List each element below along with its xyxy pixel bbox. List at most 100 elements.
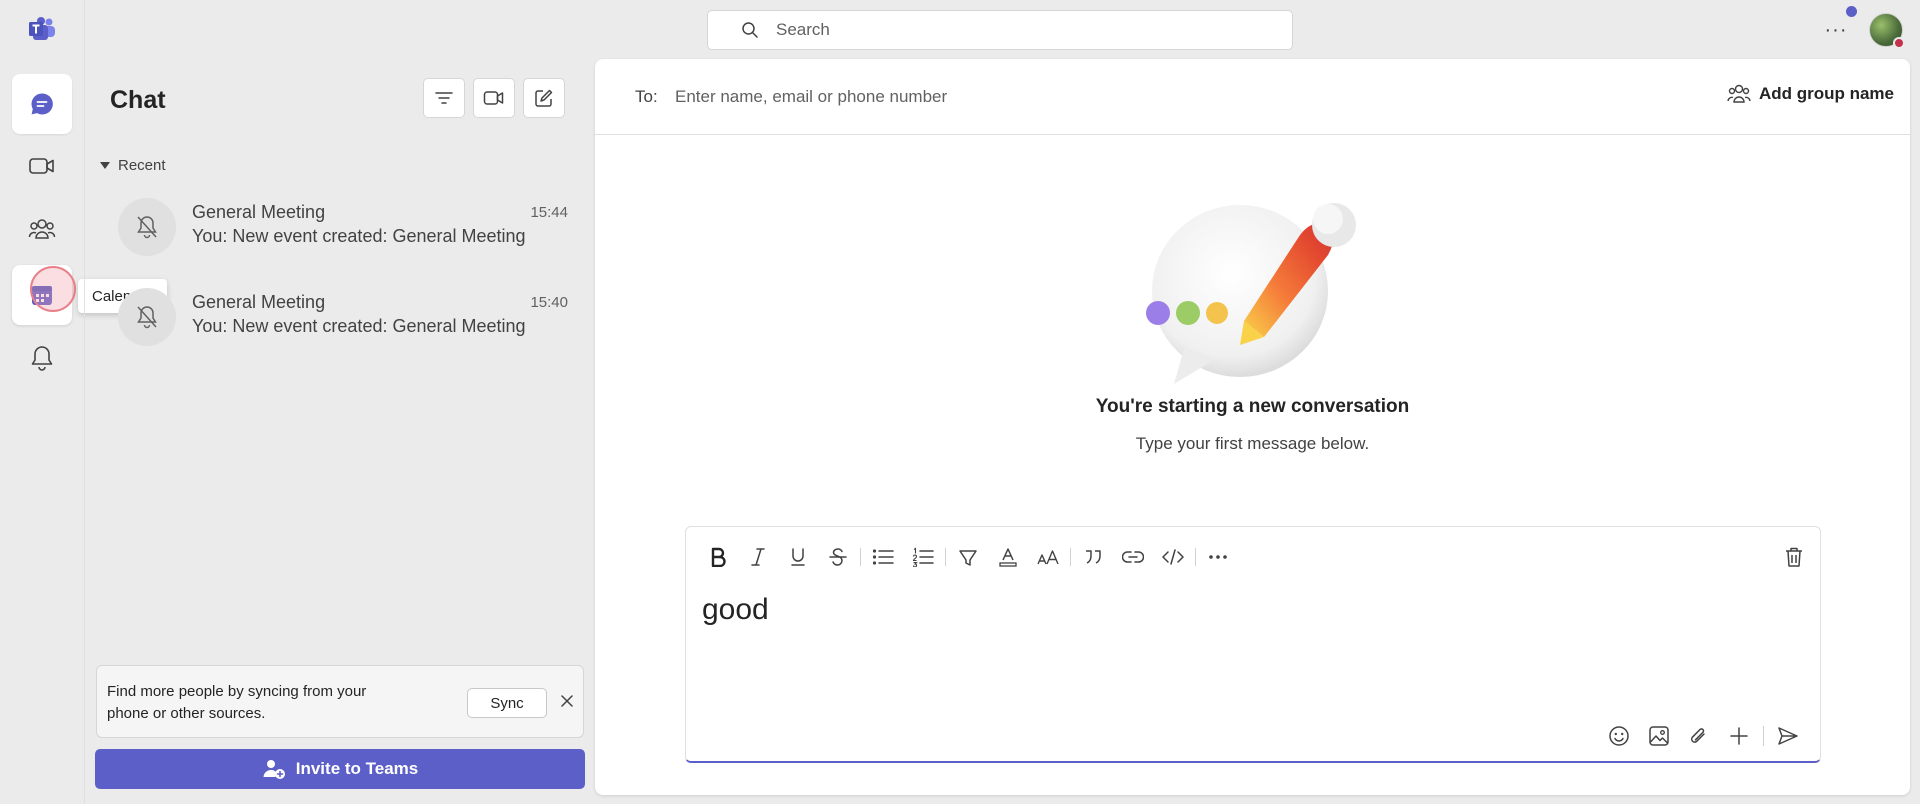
recent-label: Recent — [118, 157, 166, 174]
code-button[interactable] — [1153, 543, 1193, 571]
empty-state-title: You're starting a new conversation — [1095, 396, 1410, 417]
toolbar-divider — [860, 548, 861, 566]
rail-chat-button[interactable] — [12, 74, 72, 134]
code-icon — [1162, 549, 1184, 565]
new-conversation-illustration — [1146, 203, 1356, 384]
paperclip-icon — [1690, 728, 1705, 743]
video-camera-icon — [483, 91, 504, 105]
bold-button[interactable] — [698, 543, 738, 571]
meet-now-button[interactable] — [473, 78, 515, 118]
people-icon — [28, 219, 56, 239]
plus-icon — [1730, 727, 1748, 745]
discard-button[interactable] — [1780, 543, 1808, 571]
underline-button[interactable] — [778, 543, 818, 571]
recipient-input[interactable] — [675, 85, 1375, 109]
rail-divider — [84, 0, 85, 804]
italic-icon — [751, 548, 765, 566]
sync-contacts-card: Find more people by syncing from your ph… — [96, 665, 584, 738]
link-icon — [1122, 551, 1144, 563]
trash-icon — [1786, 547, 1802, 567]
font-size-button[interactable] — [1028, 543, 1068, 571]
more-formatting-button[interactable] — [1198, 543, 1238, 571]
chat-item-name: General Meeting — [192, 202, 326, 222]
toolbar-divider — [1070, 548, 1071, 566]
font-color-button[interactable] — [988, 543, 1028, 571]
link-button[interactable] — [1113, 543, 1153, 571]
toolbar-divider — [945, 548, 946, 566]
to-label: To: — [635, 87, 658, 106]
chat-title: Chat — [110, 86, 166, 114]
chat-item-preview: You: New event created: General Meeting — [192, 316, 526, 336]
bold-icon — [711, 547, 726, 567]
toolbar-divider — [1195, 548, 1196, 566]
emoji-button[interactable] — [1599, 721, 1639, 751]
caret-down-icon — [100, 162, 110, 169]
empty-state-subtitle: Type your first message below. — [1135, 434, 1370, 453]
numbered-list-button[interactable] — [903, 543, 943, 571]
more-options-icon[interactable]: ··· — [1822, 16, 1850, 44]
add-group-label: Add group name — [1758, 84, 1894, 103]
send-button[interactable] — [1768, 721, 1808, 751]
recent-section-toggle[interactable]: Recent — [100, 157, 166, 174]
rail-activity-button[interactable] — [12, 328, 72, 388]
bulleted-list-button[interactable] — [863, 543, 903, 571]
chat-item-time: 15:44 — [530, 204, 568, 221]
filter-button[interactable] — [423, 78, 465, 118]
image-icon — [1649, 726, 1669, 746]
message-composer: good — [685, 526, 1821, 763]
chat-list-item[interactable]: General Meeting You: New event created: … — [100, 278, 570, 358]
teams-logo-icon — [29, 17, 55, 40]
search-box[interactable]: Search — [707, 10, 1293, 50]
calendar-icon — [32, 286, 52, 305]
group-icon — [1727, 84, 1751, 103]
emoji-icon — [1609, 726, 1629, 746]
message-input[interactable]: good — [702, 593, 769, 627]
strikethrough-button[interactable] — [818, 543, 858, 571]
app-rail — [0, 0, 84, 804]
add-group-name-button[interactable]: Add group name — [1727, 83, 1894, 105]
sync-card-text: Find more people by syncing from your ph… — [107, 683, 367, 722]
formatting-toolbar — [698, 543, 1238, 571]
sync-button[interactable]: Sync — [467, 688, 547, 718]
bulleted-list-icon — [872, 549, 894, 565]
compose-icon — [535, 89, 553, 107]
chat-avatar — [118, 288, 176, 346]
invite-to-teams-button[interactable]: Invite to Teams — [95, 749, 585, 789]
attach-file-button[interactable] — [1679, 721, 1719, 751]
more-options-icon — [1209, 555, 1227, 559]
chat-item-name: General Meeting — [192, 292, 326, 312]
chat-icon — [31, 93, 53, 115]
insert-image-button[interactable] — [1639, 721, 1679, 751]
chat-item-preview: You: New event created: General Meeting — [192, 226, 526, 246]
font-size-icon — [1037, 550, 1059, 565]
recipient-row: To: Add group name — [595, 59, 1910, 135]
chat-item-time: 15:40 — [530, 294, 568, 311]
conversation-pane: To: Add group name You're starting a new… — [595, 59, 1910, 795]
quote-button[interactable] — [1073, 543, 1113, 571]
add-apps-button[interactable] — [1719, 721, 1759, 751]
close-icon[interactable] — [557, 691, 577, 711]
numbered-list-icon — [912, 547, 934, 567]
video-camera-icon — [29, 158, 54, 174]
presence-status-icon — [1893, 37, 1905, 49]
chat-list-item[interactable]: General Meeting You: New event created: … — [100, 188, 570, 268]
search-icon — [742, 22, 758, 38]
font-color-icon — [999, 548, 1017, 567]
italic-button[interactable] — [738, 543, 778, 571]
underline-icon — [791, 548, 805, 566]
quote-icon — [1086, 550, 1101, 564]
rail-communities-button[interactable] — [12, 199, 72, 259]
new-chat-button[interactable] — [523, 78, 565, 118]
rail-meet-button[interactable] — [12, 136, 72, 196]
highlight-button[interactable] — [948, 543, 988, 571]
search-placeholder: Search — [776, 20, 830, 39]
rail-calendar-button[interactable] — [12, 265, 72, 325]
bell-off-icon — [137, 216, 157, 239]
top-bar: Search ··· — [0, 0, 1920, 60]
toolbar-divider — [1763, 726, 1764, 746]
bell-off-icon — [137, 306, 157, 329]
invite-label: Invite to Teams — [295, 759, 419, 778]
strikethrough-icon — [829, 548, 847, 566]
notification-dot — [1846, 6, 1857, 17]
composer-actions — [1599, 721, 1808, 751]
